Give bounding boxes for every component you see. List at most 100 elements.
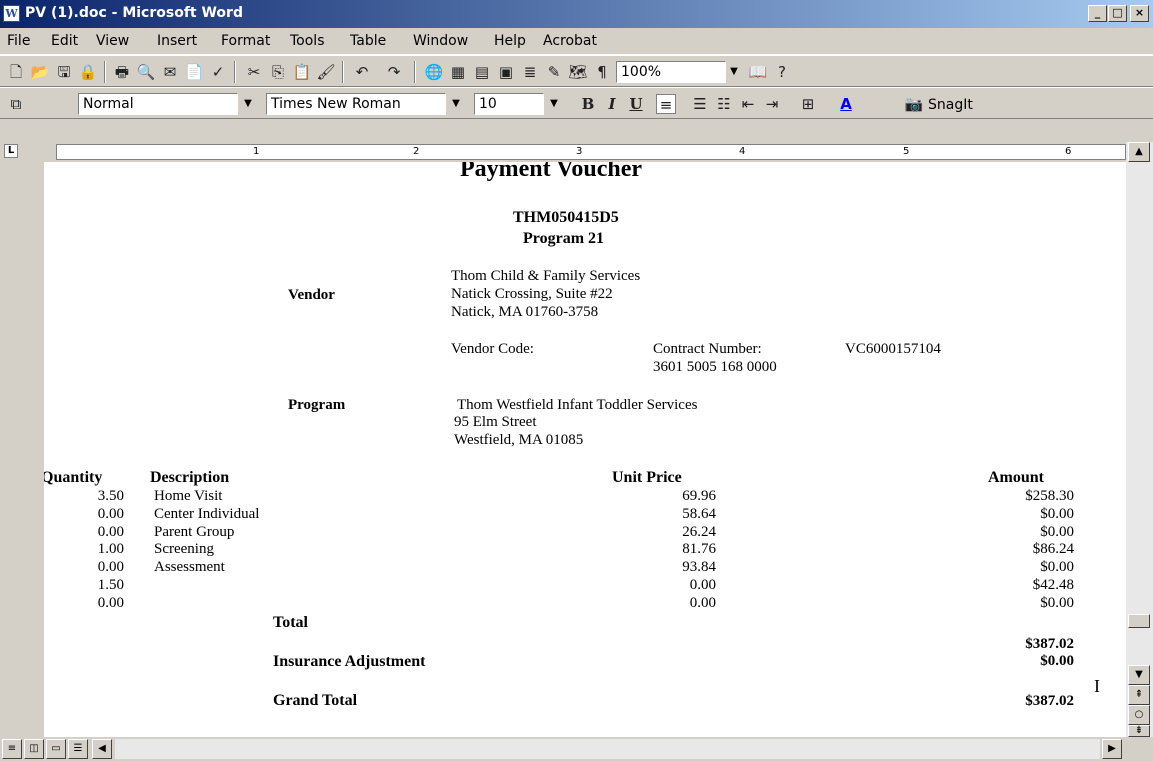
row-description: Screening <box>154 541 214 558</box>
scroll-down-button[interactable]: ▼ <box>1128 665 1150 685</box>
document-page[interactable]: Payment Voucher THM050415D5 Program 21 V… <box>44 162 1126 737</box>
row-quantity: 0.00 <box>97 559 124 576</box>
ruler-number: 2 <box>413 146 420 157</box>
tables-borders-icon[interactable]: ▦ <box>448 62 468 82</box>
web-layout-icon[interactable]: ◫ <box>24 739 44 759</box>
menu-tools[interactable]: Tools <box>290 33 325 49</box>
close-button[interactable]: × <box>1130 5 1149 22</box>
next-page-button[interactable]: ⇟ <box>1128 725 1150 737</box>
read-icon[interactable]: 📖 <box>748 62 768 82</box>
title-bar: W PV (1).doc - Microsoft Word _ □ × <box>0 0 1153 28</box>
snagit-icon[interactable]: 📷 <box>904 94 924 114</box>
snagit-button[interactable]: SnagIt <box>928 97 973 113</box>
scroll-left-button[interactable]: ◀ <box>92 739 112 759</box>
row-amount: $0.00 <box>1040 523 1074 540</box>
style-dropdown-icon[interactable]: ▼ <box>240 93 256 115</box>
row-quantity: 3.50 <box>97 488 124 504</box>
horizontal-scroll-area: ≡ ◫ ▭ ☰ ◀ ▶ <box>0 737 1126 761</box>
increase-indent-icon[interactable]: ⇥ <box>762 94 782 114</box>
normal-view-icon[interactable]: ≡ <box>2 739 22 759</box>
permission-icon[interactable]: 🔒 <box>78 62 98 82</box>
research-icon[interactable]: 📄 <box>184 62 204 82</box>
copy-icon[interactable]: ⎘ <box>268 62 288 82</box>
ruler-strip[interactable]: 1 2 3 4 5 6 <box>56 144 1126 160</box>
font-dropdown-icon[interactable]: ▼ <box>448 93 464 115</box>
menu-table[interactable]: Table <box>350 33 386 49</box>
size-dropdown-icon[interactable]: ▼ <box>546 93 562 115</box>
open-icon[interactable]: 📂 <box>30 62 50 82</box>
program-label: Program <box>288 397 346 413</box>
program-line: 95 Elm Street <box>454 414 537 430</box>
word-app-icon[interactable]: W <box>3 5 20 22</box>
font-select[interactable]: Times New Roman <box>266 93 446 115</box>
italic-icon[interactable]: I <box>602 94 622 114</box>
menu-help[interactable]: Help <box>494 33 526 49</box>
grand-total-label: Grand Total <box>273 692 358 709</box>
program-number: Program 21 <box>523 230 605 247</box>
contract-label: Contract Number: <box>653 341 762 357</box>
outline-view-icon[interactable]: ☰ <box>68 739 88 759</box>
vendor-line: Natick Crossing, Suite #22 <box>451 286 613 302</box>
print-icon[interactable]: 🖶 <box>112 62 132 82</box>
row-description: Center Individual <box>154 505 260 522</box>
font-size-select[interactable]: 10 <box>474 93 544 115</box>
menu-acrobat[interactable]: Acrobat <box>543 33 597 49</box>
row-unit-price: 93.84 <box>682 559 716 576</box>
format-painter-icon[interactable]: 🖌 <box>316 62 336 82</box>
save-icon[interactable]: 🖫 <box>54 62 74 82</box>
horizontal-scroll-track[interactable] <box>115 739 1100 759</box>
hyperlink-icon[interactable]: 🌐 <box>424 62 444 82</box>
document-area[interactable]: Payment Voucher THM050415D5 Program 21 V… <box>0 162 1126 737</box>
bold-icon[interactable]: B <box>578 94 598 114</box>
help-icon[interactable]: ? <box>772 62 792 82</box>
insert-table-icon[interactable]: ▤ <box>472 62 492 82</box>
font-color-icon[interactable]: A <box>836 94 856 114</box>
vendor-line: Thom Child & Family Services <box>451 268 641 284</box>
show-hide-icon[interactable]: ¶ <box>592 62 612 82</box>
scroll-up-button[interactable]: ▲ <box>1128 142 1150 162</box>
numbering-icon[interactable]: ☰ <box>690 94 710 114</box>
paste-icon[interactable]: 📋 <box>292 62 312 82</box>
print-preview-icon[interactable]: 🔍 <box>136 62 156 82</box>
document-map-icon[interactable]: 🗺 <box>568 62 588 82</box>
cut-icon[interactable]: ✂ <box>244 62 264 82</box>
scroll-thumb[interactable] <box>1128 614 1150 628</box>
horizontal-ruler[interactable]: L 1 2 3 4 5 6 <box>0 142 1153 162</box>
header-unit-price: Unit Price <box>612 469 682 486</box>
undo-icon[interactable]: ↶ <box>352 62 372 82</box>
menu-edit[interactable]: Edit <box>51 33 78 49</box>
scroll-right-button[interactable]: ▶ <box>1102 739 1122 759</box>
columns-icon[interactable]: ≣ <box>520 62 540 82</box>
maximize-button[interactable]: □ <box>1108 5 1127 22</box>
redo-icon[interactable]: ↷ <box>384 62 404 82</box>
menu-view[interactable]: View <box>96 33 129 49</box>
select-browse-object-button[interactable]: ○ <box>1128 705 1150 725</box>
styles-pane-icon[interactable]: ⧉ <box>6 94 26 114</box>
zoom-dropdown-icon[interactable]: ▼ <box>726 61 742 83</box>
formatting-toolbar: ⧉ Normal ▼ Times New Roman ▼ 10 ▼ B I U … <box>0 87 1153 119</box>
insert-excel-icon[interactable]: ▣ <box>496 62 516 82</box>
print-layout-icon[interactable]: ▭ <box>46 739 66 759</box>
new-document-icon[interactable]: 🗋 <box>6 62 26 82</box>
bullets-icon[interactable]: ☷ <box>714 94 734 114</box>
menu-format[interactable]: Format <box>221 33 270 49</box>
row-unit-price: 0.00 <box>689 594 716 611</box>
border-icon[interactable]: ⊞ <box>798 94 818 114</box>
tab-selector[interactable]: L <box>4 144 18 158</box>
minimize-button[interactable]: _ <box>1088 5 1107 22</box>
zoom-select[interactable]: 100% <box>616 61 726 83</box>
drawing-icon[interactable]: ✎ <box>544 62 564 82</box>
spelling-icon[interactable]: ✓ <box>208 62 228 82</box>
menu-insert[interactable]: Insert <box>157 33 197 49</box>
underline-icon[interactable]: U <box>626 94 646 114</box>
row-amount: $258.30 <box>1025 488 1074 504</box>
email-icon[interactable]: ✉ <box>160 62 180 82</box>
vertical-scrollbar[interactable]: ▲ ▼ ⇞ ○ ⇟ <box>1126 142 1153 737</box>
menu-file[interactable]: File <box>7 33 30 49</box>
previous-page-button[interactable]: ⇞ <box>1128 685 1150 705</box>
menu-window[interactable]: Window <box>413 33 468 49</box>
header-description: Description <box>150 469 230 486</box>
align-left-icon[interactable]: ≡ <box>656 94 676 114</box>
decrease-indent-icon[interactable]: ⇤ <box>738 94 758 114</box>
style-select[interactable]: Normal <box>78 93 238 115</box>
